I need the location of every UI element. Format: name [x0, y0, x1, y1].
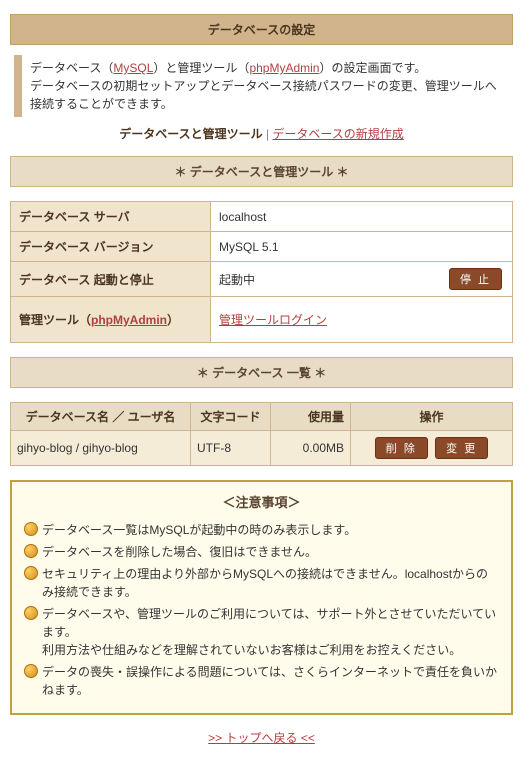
row-server-value: localhost: [211, 202, 513, 232]
cell-db-name: gihyo-blog / gihyo-blog: [11, 431, 191, 466]
note-item: データの喪失・誤操作による問題については、さくらインターネットで責任を負いかねま…: [24, 661, 499, 701]
intro-text: データベース（MySQL）と管理ツール（phpMyAdmin）の設定画面です。 …: [14, 55, 509, 117]
note-item: データベースを削除した場合、復旧はできません。: [24, 541, 499, 563]
phpmyadmin-link[interactable]: phpMyAdmin: [249, 61, 319, 75]
notes-list: データベース一覧はMySQLが起動中の時のみ表示します。 データベースを削除した…: [24, 519, 499, 701]
admin-login-link[interactable]: 管理ツールログイン: [219, 313, 327, 327]
subnav-current: データベースと管理ツール: [119, 127, 262, 141]
admin-label-prefix: 管理ツール（: [19, 313, 91, 327]
row-status-label: データベース 起動と停止: [11, 262, 211, 297]
row-server-label: データベース サーバ: [11, 202, 211, 232]
table-row: gihyo-blog / gihyo-blog UTF-8 0.00MB 削 除…: [11, 431, 513, 466]
row-status-value: 起動中: [219, 271, 255, 288]
col-header-name: データベース名 ／ ユーザ名: [11, 403, 191, 431]
note-item: データベース一覧はMySQLが起動中の時のみ表示します。: [24, 519, 499, 541]
row-version-label: データベース バージョン: [11, 232, 211, 262]
col-header-ops: 操作: [351, 403, 513, 431]
notes-title: ＜注意事項＞: [24, 492, 499, 511]
admin-label-link[interactable]: phpMyAdmin: [91, 313, 167, 327]
col-header-enc: 文字コード: [191, 403, 271, 431]
admin-label-suffix: ）: [167, 313, 179, 327]
row-admin-label: 管理ツール（phpMyAdmin）: [11, 297, 211, 343]
row-version-value: MySQL 5.1: [211, 232, 513, 262]
db-info-table: データベース サーバ localhost データベース バージョン MySQL …: [10, 201, 513, 343]
mysql-link[interactable]: MySQL: [113, 61, 153, 75]
intro-suffix1: ）の設定画面です。: [319, 61, 426, 75]
page-title: データベースの設定: [10, 14, 513, 45]
col-header-usage: 使用量: [271, 403, 351, 431]
change-button[interactable]: 変 更: [435, 437, 488, 459]
section-db-tools-title: ＊ データベースと管理ツール ＊: [10, 156, 513, 187]
db-list-table: データベース名 ／ ユーザ名 文字コード 使用量 操作 gihyo-blog /…: [10, 402, 513, 466]
cell-db-enc: UTF-8: [191, 431, 271, 466]
section-db-list-title: ＊ データベース 一覧 ＊: [10, 357, 513, 388]
note-item: データベースや、管理ツールのご利用については、サポート外とさせていただいています…: [24, 603, 499, 661]
intro-prefix: データベース（: [30, 61, 113, 75]
subnav-new-db-link[interactable]: データベースの新規作成: [272, 127, 403, 141]
note-item: セキュリティ上の理由より外部からMySQLへの接続はできません。localhos…: [24, 563, 499, 603]
stop-button[interactable]: 停 止: [449, 268, 502, 290]
notes-box: ＜注意事項＞ データベース一覧はMySQLが起動中の時のみ表示します。 データベ…: [10, 480, 513, 715]
intro-mid: ）と管理ツール（: [153, 61, 249, 75]
cell-db-usage: 0.00MB: [271, 431, 351, 466]
back-to-top-link[interactable]: >> トップへ戻る <<: [208, 731, 315, 745]
delete-button[interactable]: 削 除: [375, 437, 428, 459]
sub-nav: データベースと管理ツール | データベースの新規作成: [10, 125, 513, 142]
intro-line2: データベースの初期セットアップとデータベース接続パスワードの変更、管理ツールへ接…: [30, 79, 497, 111]
